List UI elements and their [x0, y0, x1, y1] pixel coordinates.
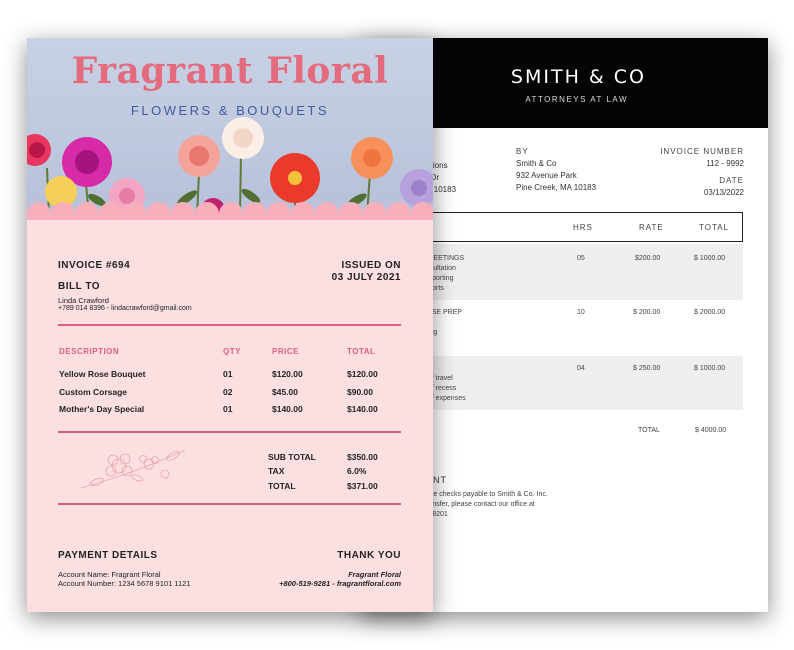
- bill-to-label: BILL TO: [58, 281, 101, 292]
- invoice-number: INVOICE #694: [58, 260, 131, 271]
- divider: [58, 324, 401, 326]
- grand-total-label: TOTAL: [268, 481, 296, 491]
- bill-to-contact: +789 014 8396 - lindacrawford@gmail.com: [58, 305, 192, 312]
- front-invoice: Fragrant Floral FLOWERS & BOUQUETS INVOI…: [27, 38, 433, 612]
- col-price: PRICE: [272, 347, 299, 356]
- total-value: $ 4000.00: [695, 427, 727, 434]
- issued-label: ISSUED ON: [341, 260, 401, 271]
- total-label: TOTAL: [638, 427, 660, 434]
- tax-value: 6.0%: [347, 466, 367, 476]
- brand-name: Fragrant Floral: [71, 50, 389, 92]
- floral-sketch-icon: [80, 449, 186, 489]
- subtotal-value: $350.00: [347, 452, 378, 462]
- account-number: Account Number: 1234 5678 9101 1121: [58, 579, 191, 588]
- divider: [58, 503, 401, 505]
- invoice-meta: INVOICE NUMBER 112 - 9992 DATE 03/13/202…: [660, 147, 744, 197]
- subtotal-label: SUB TOTAL: [268, 452, 316, 462]
- tax-label: TAX: [268, 466, 285, 476]
- flower-banner: Fragrant Floral FLOWERS & BOUQUETS: [27, 38, 433, 220]
- brand-tagline: FLOWERS & BOUQUETS: [130, 103, 330, 118]
- col-description: DESCRIPTION: [59, 347, 120, 356]
- col-total: TOTAL: [347, 347, 376, 356]
- thank-you-label: THANK YOU: [337, 550, 401, 561]
- col-qty: QTY: [223, 347, 241, 356]
- payment-details-label: PAYMENT DETAILS: [58, 550, 158, 561]
- grand-total-value: $371.00: [347, 481, 378, 491]
- divider: [58, 431, 401, 433]
- issued-date: 03 JULY 2021: [331, 272, 401, 283]
- signoff-contact: +800-519-9281 - fragrantfloral.com: [279, 579, 401, 588]
- payment-instructions: ake checks payable to Smith & Co. Inc. r…: [426, 491, 548, 518]
- by-address: BY Smith & Co 932 Avenue Park Pine Creek…: [516, 147, 597, 192]
